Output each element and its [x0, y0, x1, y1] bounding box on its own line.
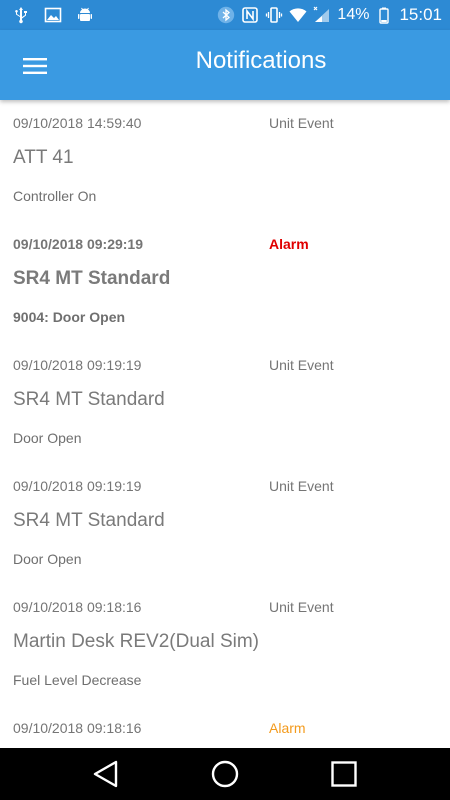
notification-device: ATT 41 [13, 147, 74, 168]
battery-percent: 14% [337, 6, 370, 23]
notification-device: SR4 MT Standard [13, 389, 165, 410]
notifications-list[interactable]: 09/10/2018 14:59:40 Unit Event ATT 41 Co… [0, 100, 450, 748]
usb-icon [12, 6, 30, 24]
notification-timestamp: 09/10/2018 09:19:19 [13, 478, 142, 494]
notification-type: Alarm [269, 720, 306, 736]
notification-type: Alarm [269, 236, 309, 252]
notification-type: Unit Event [269, 599, 334, 615]
notification-device: SR4 MT Standard [13, 510, 165, 531]
notification-description: Fuel Level Decrease [13, 672, 142, 688]
notification-description: Door Open [13, 551, 82, 567]
notification-description: 9004: Door Open [13, 309, 126, 325]
notification-type: Unit Event [269, 357, 334, 373]
notification-item[interactable]: 09/10/2018 09:18:16 Unit Event Martin De… [0, 584, 450, 705]
notification-type: Unit Event [269, 478, 334, 494]
recents-icon[interactable] [327, 757, 361, 791]
wifi-icon [289, 6, 307, 24]
status-bar-right: 14% 15:01 [217, 5, 442, 25]
navigation-bar [0, 748, 450, 800]
notification-device: Martin Desk REV2(Dual Sim) [13, 631, 259, 652]
bluetooth-icon [217, 6, 235, 24]
notification-item[interactable]: 09/10/2018 09:18:16 Alarm [0, 705, 450, 748]
notification-item[interactable]: 09/10/2018 09:19:19 Unit Event SR4 MT St… [0, 342, 450, 463]
status-bar-left [12, 5, 94, 25]
notification-item[interactable]: 09/10/2018 09:29:19 Alarm SR4 MT Standar… [0, 221, 450, 342]
app-bar: Notifications [0, 30, 450, 100]
page-title: Notifications [195, 47, 327, 74]
battery-icon [375, 6, 393, 24]
android-icon [76, 6, 94, 24]
status-time: 15:01 [399, 5, 442, 24]
notification-item[interactable]: 09/10/2018 14:59:40 Unit Event ATT 41 Co… [0, 100, 450, 221]
notification-description: Controller On [13, 188, 97, 204]
back-icon[interactable] [90, 757, 124, 791]
notification-timestamp: 09/10/2018 09:29:19 [13, 236, 143, 252]
notification-item[interactable]: 09/10/2018 09:19:19 Unit Event SR4 MT St… [0, 463, 450, 584]
notification-timestamp: 09/10/2018 09:18:16 [13, 599, 142, 615]
notification-device: SR4 MT Standard [13, 268, 171, 289]
status-bar: 14% 15:01 [0, 0, 450, 30]
notification-timestamp: 09/10/2018 09:18:16 [13, 720, 142, 736]
notification-description: Door Open [13, 430, 82, 446]
notification-type: Unit Event [269, 115, 334, 131]
image-icon [44, 6, 62, 24]
notification-timestamp: 09/10/2018 09:19:19 [13, 357, 142, 373]
notification-timestamp: 09/10/2018 14:59:40 [13, 115, 142, 131]
signal-icon [313, 6, 331, 24]
nfc-icon [241, 6, 259, 24]
notifications-screen: 14% 15:01 Notifications 09/10/2018 14:59… [0, 0, 450, 800]
vibrate-icon [265, 6, 283, 24]
home-icon[interactable] [208, 757, 242, 791]
